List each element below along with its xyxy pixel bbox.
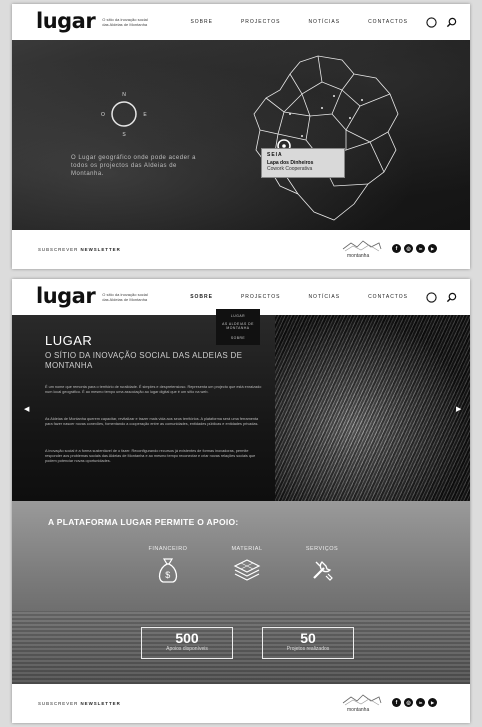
fabric-texture: [12, 611, 470, 684]
region-map[interactable]: [250, 54, 402, 224]
chevron-right-icon[interactable]: ▶: [456, 405, 461, 413]
nav-projectos[interactable]: PROJECTOS: [241, 294, 280, 300]
feature-financeiro[interactable]: FINANCEIRO $: [138, 546, 198, 584]
screen-about: lugar O sítio da inovação social das Ald…: [12, 279, 470, 723]
support-title: A PLATAFORMA LUGAR PERMITE O APOIO:: [48, 517, 239, 527]
nav-contactos[interactable]: CONTACTOS: [368, 19, 408, 25]
partner-name: montanha: [347, 707, 369, 713]
feature-label: SERVIÇOS: [305, 546, 339, 552]
compass-nav-icon[interactable]: [424, 290, 438, 304]
compass-west: O: [101, 112, 105, 118]
stat-label: Projetos realizados: [286, 646, 330, 652]
stat-support-available: 500 Apoios disponíveis: [141, 627, 233, 659]
layers-icon: [233, 559, 261, 581]
money-bag-icon: $: [158, 558, 178, 583]
youtube-icon[interactable]: ▶: [428, 698, 437, 707]
feature-servicos[interactable]: SERVIÇOS: [292, 546, 352, 584]
logo-wordmark: lugar: [36, 9, 96, 33]
facebook-icon[interactable]: f: [392, 698, 401, 707]
svg-text:$: $: [165, 570, 171, 580]
compass-nav-icon[interactable]: [424, 15, 438, 29]
footer: SUBSCREVER NEWSLETTER montanha f ◎ in ▶: [12, 684, 470, 723]
social-links: f ◎ in ▶: [392, 698, 437, 707]
compass-east: E: [143, 112, 147, 118]
tagline-line-2: das Aldeias de Montanha: [102, 296, 148, 302]
subscribe-prefix: SUBSCREVER: [38, 701, 79, 706]
compass-rose-icon: N S E O: [100, 90, 148, 138]
page-subtitle: O SÍTIO DA INOVAÇÃO SOCIAL DAS ALDEIAS D…: [45, 351, 243, 370]
header: lugar O sítio da inovação social das Ald…: [12, 4, 470, 40]
subscribe-prefix: SUBSCREVER: [38, 247, 79, 252]
partner-name: montanha: [347, 253, 369, 259]
dropdown-item-sobre[interactable]: SOBRE: [216, 336, 260, 340]
search-icon[interactable]: [444, 15, 458, 29]
nav-sobre[interactable]: SOBRE: [190, 294, 213, 300]
feature-material[interactable]: MATERIAL: [217, 546, 277, 584]
dropdown-item-aldeias[interactable]: AS ALDEIAS DE MONTANHA: [216, 322, 260, 330]
feature-label: MATERIAL: [231, 546, 263, 552]
map-intro-text: O Lugar geográfico onde pode aceder a to…: [71, 155, 196, 177]
about-paragraph-1: É um nome que remonta para o território …: [45, 385, 262, 395]
nav-sobre[interactable]: SOBRE: [190, 19, 213, 25]
compass-south: S: [122, 132, 126, 138]
youtube-icon[interactable]: ▶: [428, 244, 437, 253]
linkedin-icon[interactable]: in: [416, 698, 425, 707]
footer: SUBSCREVER NEWSLETTER montanha f ◎ in ▶: [12, 230, 470, 269]
compass-north: N: [122, 92, 126, 98]
newsletter-link[interactable]: SUBSCREVER NEWSLETTER: [38, 247, 121, 252]
instagram-icon[interactable]: ◎: [404, 244, 413, 253]
stat-label: Apoios disponíveis: [166, 646, 208, 652]
screen-map: lugar O sítio da inovação social das Ald…: [12, 4, 470, 269]
logo-tagline: O sítio da inovação social das Aldeias d…: [102, 292, 162, 302]
nav-projectos[interactable]: PROJECTOS: [241, 19, 280, 25]
card-municipality: SEIA: [267, 152, 283, 158]
aldeias-montanha-logo[interactable]: montanha: [341, 693, 383, 715]
feature-label: FINANCEIRO: [148, 546, 188, 552]
aldeias-montanha-logo[interactable]: montanha: [341, 239, 383, 261]
stat-value: 500: [175, 630, 199, 646]
yarn-photo: [275, 315, 470, 501]
map-location-card[interactable]: SEIA Lapa dos Dinheiros Cowork Cooperati…: [261, 148, 345, 178]
nav-noticias[interactable]: NOTÍCIAS: [308, 19, 340, 25]
support-section: A PLATAFORMA LUGAR PERMITE O APOIO: FINA…: [12, 501, 470, 684]
logo[interactable]: lugar O sítio da inovação social das Ald…: [36, 11, 162, 32]
chevron-left-icon[interactable]: ◀: [24, 405, 29, 413]
logo-tagline: O sítio da inovação social das Aldeias d…: [102, 17, 162, 27]
about-paragraph-2: As Aldeias de Montanha querem capacitar,…: [45, 417, 259, 427]
instagram-icon[interactable]: ◎: [404, 698, 413, 707]
tagline-line-2: das Aldeias de Montanha: [102, 21, 148, 27]
card-project: Cowork Cooperativa: [267, 166, 313, 172]
sobre-dropdown-menu: LUGAR AS ALDEIAS DE MONTANHA SOBRE: [216, 309, 260, 345]
newsletter-link[interactable]: SUBSCREVER NEWSLETTER: [38, 701, 121, 706]
facebook-icon[interactable]: f: [392, 244, 401, 253]
dropdown-item-lugar[interactable]: LUGAR: [216, 314, 260, 318]
stat-projects-done: 50 Projetos realizados: [262, 627, 354, 659]
social-links: f ◎ in ▶: [392, 244, 437, 253]
stat-value: 50: [300, 630, 316, 646]
page-title: LUGAR: [45, 333, 93, 348]
subscribe-bold: NEWSLETTER: [80, 701, 121, 706]
map-hero: N S E O O Lugar geográfico onde pode ace…: [12, 40, 470, 230]
linkedin-icon[interactable]: in: [416, 244, 425, 253]
search-icon[interactable]: [444, 290, 458, 304]
tools-icon: [313, 561, 333, 581]
main-nav: SOBRE PROJECTOS NOTÍCIAS CONTACTOS: [190, 4, 458, 40]
nav-contactos[interactable]: CONTACTOS: [368, 294, 408, 300]
about-paragraph-3: A inovação social é a forma sustentável …: [45, 449, 256, 464]
nav-noticias[interactable]: NOTÍCIAS: [308, 294, 340, 300]
logo-wordmark: lugar: [36, 284, 96, 308]
subscribe-bold: NEWSLETTER: [80, 247, 121, 252]
logo[interactable]: lugar O sítio da inovação social das Ald…: [36, 286, 162, 307]
